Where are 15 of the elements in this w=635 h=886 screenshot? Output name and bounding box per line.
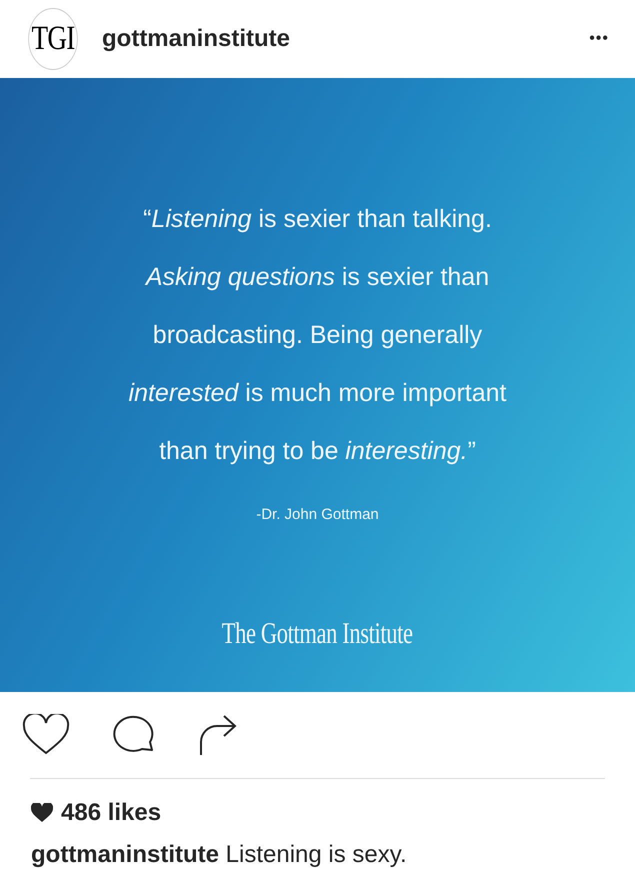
caption: gottmaninstitute Listening is sexy. xyxy=(30,840,408,869)
heart-icon[interactable] xyxy=(22,714,70,756)
avatar[interactable]: TGI xyxy=(28,8,78,70)
username[interactable]: gottmaninstitute xyxy=(102,25,568,53)
more-menu-button[interactable]: ••• xyxy=(585,26,613,52)
brand-logo-text: The Gottman Institute xyxy=(222,617,413,651)
quote-line: “Listening is sexier than talking. xyxy=(143,204,492,235)
quote-line: interested is much more important xyxy=(128,378,506,409)
likes-count[interactable]: 486 likes xyxy=(61,799,162,827)
quote-line: than trying to be interesting.” xyxy=(159,436,476,467)
quote-line: Asking questions is sexier than xyxy=(146,262,490,293)
quote-line: broadcasting. Being generally xyxy=(152,320,482,351)
share-arrow-icon[interactable] xyxy=(198,714,238,756)
heart-icon xyxy=(31,803,53,823)
quote-author: -Dr. John Gottman xyxy=(256,506,379,523)
